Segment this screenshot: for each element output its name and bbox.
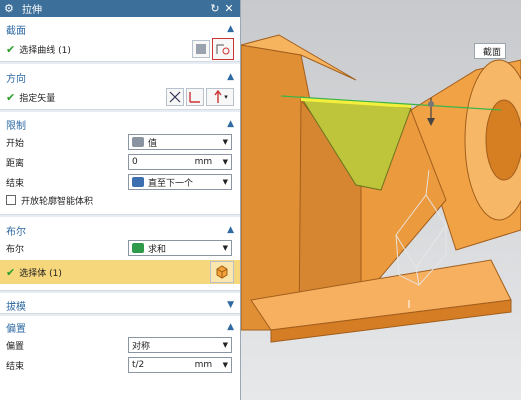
offset-row: 偏置 对称 ▼ [0,335,240,355]
draft-header-label: 拔模 [6,301,26,313]
chevron-down-icon: ▼ [222,138,228,146]
limits-header-label: 限制 [6,120,26,132]
until-next-icon [132,177,144,187]
graphics-viewport[interactable] [241,0,521,400]
offset-end-label: 结束 [6,361,25,372]
chevron-down-icon: ▼ [222,244,228,252]
offset-end-input[interactable]: t/2 mm ▼ [128,357,232,373]
extrude-dialog: ⚙ 拉伸 ↻ ✕ 截面 ▲ ✔ 选择曲线 (1) 方向 ▲ ✔ 指定矢量 ▾ 限… [0,0,241,400]
limits-header[interactable]: 限制 ▲ [0,116,240,132]
divider [0,61,240,64]
check-icon: ✔ [6,265,16,279]
offset-end-row: 结束 t/2 mm ▼ [0,355,240,375]
distance-input[interactable]: 0 mm ▼ [128,154,232,170]
distance-row: 距离 0 mm ▼ [0,152,240,172]
direction-handle[interactable] [428,101,434,107]
dialog-title: 拉伸 [22,5,42,16]
boolean-row: 布尔 求和 ▼ [0,238,240,258]
offset-select[interactable]: 对称 ▼ [128,337,232,353]
direction-header-label: 方向 [6,73,26,85]
select-body-row[interactable]: ✔ 选择体 (1) [0,260,240,284]
collapse-icon[interactable]: ▲ [227,72,234,82]
section-header[interactable]: 截面 ▲ [0,21,240,37]
divider [0,109,240,112]
reset-icon[interactable]: ↻ [208,2,222,15]
distance-label: 距离 [6,158,25,169]
divider [0,313,240,316]
expand-icon[interactable]: ▼ [227,300,234,310]
select-curve-label: 选择曲线 (1) [19,45,71,56]
boolean-select[interactable]: 求和 ▼ [128,240,232,256]
offset-header-label: 偏置 [6,323,26,335]
offset-end-value: t/2 [132,360,145,370]
collapse-icon[interactable]: ▲ [227,119,234,129]
boolean-label: 布尔 [6,244,25,255]
specify-vector-row[interactable]: ✔ 指定矢量 ▾ [0,85,240,109]
divider [0,290,240,293]
boss-hole [485,99,521,181]
dialog-titlebar: ⚙ 拉伸 ↻ ✕ [0,0,240,17]
vector-dropdown-icon[interactable]: ▾ [206,88,234,106]
end-label: 结束 [6,178,25,189]
open-profile-row[interactable]: 开放轮廓智能体积 [0,192,240,208]
select-curve-row[interactable]: ✔ 选择曲线 (1) [0,37,240,61]
check-icon: ✔ [6,90,16,104]
boolean-select-value: 求和 [148,244,167,255]
collapse-icon[interactable]: ▲ [227,225,234,235]
end-select[interactable]: 直至下一个 ▼ [128,174,232,190]
section-tag-label: 截面 [483,47,502,58]
direction-header[interactable]: 方向 ▲ [0,69,240,85]
section-tag: 截面 [474,43,507,59]
start-label: 开始 [6,138,25,149]
chevron-down-icon[interactable]: ▼ [223,361,228,369]
start-row: 开始 值 ▼ [0,132,240,152]
specify-vector-label: 指定矢量 [19,93,56,104]
distance-unit: mm [194,157,213,167]
section-header-label: 截面 [6,25,26,37]
end-row: 结束 直至下一个 ▼ [0,172,240,192]
close-icon[interactable]: ✕ [222,2,236,15]
offset-end-unit: mm [194,360,213,370]
body-select-icon[interactable] [210,261,234,283]
chevron-down-icon: ▼ [222,178,228,186]
draft-header[interactable]: 拔模 ▼ [0,297,240,313]
start-select[interactable]: 值 ▼ [128,134,232,150]
chevron-down-icon[interactable]: ▼ [223,158,228,166]
sketch-icon[interactable] [192,40,210,58]
value-icon [132,137,144,147]
collapse-icon[interactable]: ▲ [227,322,234,332]
check-icon: ✔ [6,42,16,56]
open-profile-checkbox[interactable] [6,195,16,205]
boolean-header[interactable]: 布尔 ▲ [0,222,240,238]
end-select-value: 直至下一个 [148,178,194,189]
vector-dialog-icon[interactable] [186,88,204,106]
unite-icon [132,243,144,253]
model-render[interactable] [241,0,521,400]
select-body-label: 选择体 (1) [19,268,62,279]
offset-select-value: 对称 [132,341,151,352]
open-profile-label: 开放轮廓智能体积 [21,196,94,207]
gear-icon[interactable]: ⚙ [4,2,16,15]
divider [0,214,240,217]
collapse-icon[interactable]: ▲ [227,24,234,34]
distance-value: 0 [132,157,138,167]
boolean-header-label: 布尔 [6,226,26,238]
start-select-value: 值 [148,138,158,149]
reverse-direction-icon[interactable] [166,88,184,106]
offset-header[interactable]: 偏置 ▲ [0,319,240,335]
curve-select-icon[interactable] [212,38,234,60]
chevron-down-icon: ▼ [222,341,228,349]
offset-label: 偏置 [6,341,25,352]
